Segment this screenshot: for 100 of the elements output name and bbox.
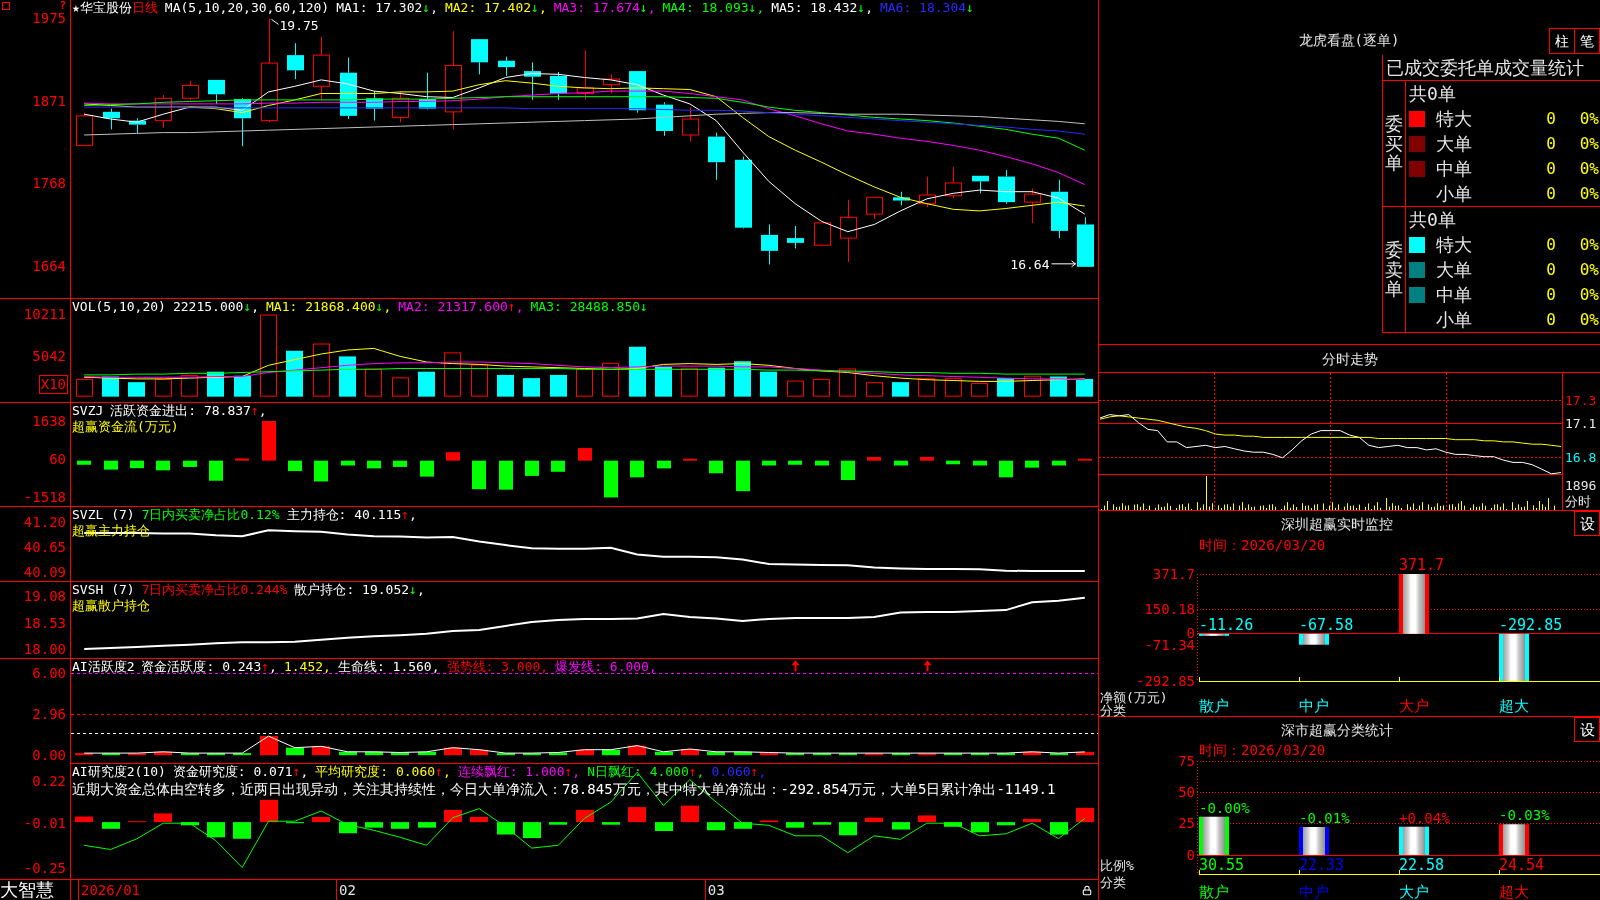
order-share: 0% [1578, 132, 1600, 155]
y-axis-title: 比例% [1100, 858, 1134, 873]
fund-flow-bar [551, 460, 565, 472]
order-total: 共0单 [1409, 82, 1456, 105]
indicator-bar [971, 753, 989, 756]
annotation: 19.75 [279, 18, 319, 34]
order-count: 0 [1545, 107, 1556, 130]
category-label: 大户 [1399, 883, 1429, 900]
change-label: -0.00% [1199, 799, 1250, 816]
fund-flow-bar [815, 460, 829, 466]
candlestick [945, 166, 962, 199]
legend-item: 1.452, [283, 659, 331, 675]
order-share: 0% [1578, 233, 1600, 256]
panel-title: 深圳超赢实时监控 [1280, 514, 1393, 534]
indicator-bar [339, 822, 357, 834]
indicator-bar [102, 822, 120, 829]
fund-flow-bar [1078, 458, 1092, 461]
fund-flow-bar [156, 460, 170, 471]
indicator-bar [286, 747, 304, 756]
fund-flow-bar [894, 460, 908, 466]
axis-tick-label: 0.00 [32, 748, 66, 762]
volume-bar [444, 352, 461, 397]
indicator-bar [75, 816, 93, 823]
indicator-bar [207, 822, 225, 838]
candlestick [208, 79, 225, 105]
value-label: 22.58 [1399, 856, 1445, 874]
panel-title: 分时走势 [1321, 349, 1378, 369]
volume-bar [76, 378, 93, 397]
table-title: 已成交委托单成交量统计 [1386, 56, 1584, 79]
indicator-bar [207, 753, 225, 756]
category-bar [1199, 633, 1229, 636]
legend-item: SVZL (7) [72, 507, 135, 523]
category-bar [1399, 826, 1429, 855]
indicator-subtitle: 超赢资金流(万元) [72, 419, 180, 435]
axis-tick-label: 6.00 [32, 666, 66, 680]
legend-item: SVZJ [72, 403, 104, 419]
indicator-bar [181, 753, 199, 756]
volume-bar [128, 382, 145, 397]
category-bar [1299, 827, 1329, 855]
legend-item: 7日内买卖净占比0.244% [141, 582, 288, 598]
fund-flow-bar [604, 460, 618, 498]
indicator-bar [760, 820, 778, 823]
indicator-bar [312, 816, 330, 823]
candlestick [761, 224, 778, 265]
indicator-bar [813, 753, 831, 756]
candlestick [1024, 188, 1041, 224]
order-count: 0 [1545, 308, 1556, 331]
x-axis-title: 分类 [1100, 703, 1126, 718]
date-axis-label: 2026/01 [81, 882, 140, 898]
indicator-bar [997, 822, 1015, 826]
candlestick [682, 106, 699, 142]
volume-bar [392, 377, 409, 397]
x-axis-title: 分类 [1100, 875, 1126, 890]
volume-bar [602, 362, 619, 397]
order-count: 0 [1545, 283, 1556, 306]
fund-flow-bar [867, 457, 881, 461]
indicator-bar [944, 822, 962, 827]
view-toggle-button[interactable]: 柱 [1549, 28, 1575, 54]
volume-bar [787, 380, 804, 397]
low-price-callout: 16.64 [1010, 256, 1076, 272]
axis-tick-label: 60 [49, 452, 66, 466]
indicator-bar [655, 751, 673, 756]
axis-tick-label: 18.00 [23, 643, 66, 657]
settings-button[interactable]: 设 [1574, 717, 1600, 742]
value-label: -292.85 [1499, 615, 1563, 634]
volume-bar [945, 378, 962, 397]
view-toggle-button[interactable]: 笔 [1574, 28, 1600, 54]
legend-item: AI活跃度2 [72, 659, 135, 675]
multiplier-button[interactable]: X10 [38, 375, 68, 394]
axis-tick-label: 40.09 [23, 565, 66, 579]
indicator-bar [418, 751, 436, 756]
indicator-bar [154, 813, 172, 823]
indicator-bar [233, 822, 251, 839]
axis-tick-label: 1638 [32, 414, 66, 428]
volume-bar [655, 366, 672, 397]
order-count: 0 [1545, 182, 1556, 205]
settings-button[interactable]: 设 [1574, 511, 1600, 536]
indicator-bar [997, 753, 1015, 756]
candlestick [1051, 179, 1068, 239]
indicator-bar [75, 753, 93, 756]
legend-item: MA6: 18.304↓ [879, 0, 974, 16]
candlestick [998, 169, 1015, 205]
fund-flow-bar [1025, 460, 1039, 468]
high-price-callout: 19.75 [271, 18, 319, 34]
legend-item: 0.060↑, [711, 764, 767, 780]
category-label: 散户 [1199, 883, 1229, 900]
legend-item: 资金研究度: 0.071↑, [172, 764, 309, 780]
order-share: 0% [1578, 157, 1600, 180]
change-label: -0.03% [1499, 807, 1550, 824]
volume-bar [365, 368, 382, 397]
volume-bar [181, 374, 198, 397]
order-size-label: 中单 [1436, 157, 1473, 180]
candlestick [366, 90, 383, 122]
indicator-bar [497, 753, 515, 756]
axis-tick-label: 1664 [32, 260, 66, 274]
indicator-bar [839, 822, 857, 836]
indicator-bar [1023, 818, 1041, 823]
help-mark[interactable]: ? [59, 0, 66, 11]
candlestick [840, 199, 857, 263]
indicator-bar [786, 753, 804, 756]
